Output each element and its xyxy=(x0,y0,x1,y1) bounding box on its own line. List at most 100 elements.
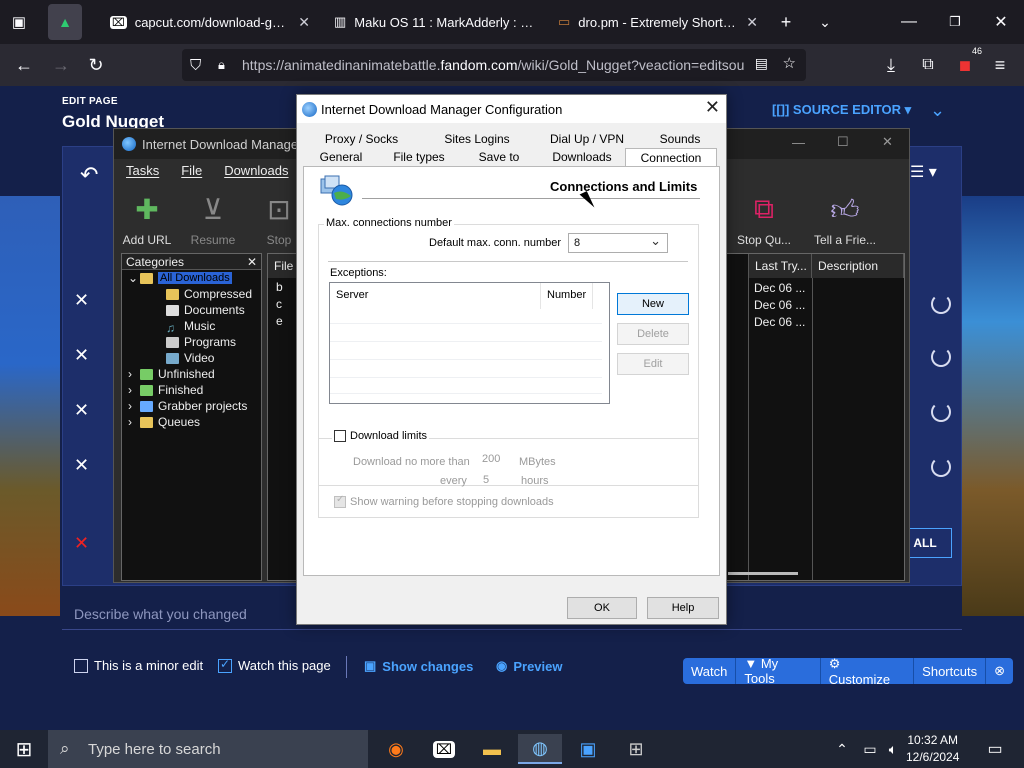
category-music[interactable]: ♫ Music xyxy=(122,318,261,335)
menu-downloads[interactable]: Downloads xyxy=(224,163,288,178)
menu-hamburger-icon[interactable]: ≡ xyxy=(985,50,1015,80)
category-grabber-projects[interactable]: › Grabber projects xyxy=(122,398,261,414)
my-tools-button[interactable]: ▼ My Tools xyxy=(736,656,821,686)
reload-icon[interactable]: ↻ xyxy=(81,50,111,80)
list-tabs-chevron-icon[interactable]: ⌄ xyxy=(810,7,840,37)
show-warning-checkbox[interactable]: Show warning before stopping downloads xyxy=(334,494,554,508)
close-icon[interactable]: ✕ xyxy=(705,97,720,118)
category-documents[interactable]: Documents xyxy=(122,302,261,318)
firefox-icon[interactable]: ◉ xyxy=(374,734,418,764)
shortcuts-button[interactable]: Shortcuts xyxy=(914,658,987,684)
category-unfinished[interactable]: › Unfinished xyxy=(122,366,261,382)
reload-icon[interactable] xyxy=(931,402,951,422)
firefox-view-icon[interactable]: ▣ xyxy=(4,7,34,37)
chevron-right-icon[interactable]: › xyxy=(128,399,140,413)
windows-start-icon[interactable]: ⊞ xyxy=(2,734,46,764)
tab-connection[interactable]: Connection xyxy=(625,148,717,166)
chevron-right-icon[interactable]: › xyxy=(128,367,140,381)
every-value-input[interactable]: 5 xyxy=(483,474,489,486)
close-icon[interactable]: ✕ xyxy=(746,14,758,31)
close-window-button[interactable]: ✕ xyxy=(882,134,893,150)
menu-tasks[interactable]: Tasks xyxy=(126,163,159,178)
checkbox-icon[interactable] xyxy=(334,430,346,442)
tab-maku-os[interactable]: ▥ Maku OS 11 : MarkAdderly : Fre xyxy=(324,4,544,40)
close-icon[interactable]: ✕ xyxy=(247,255,257,269)
downloads-icon[interactable]: ⤓ xyxy=(876,50,906,80)
minimize-button[interactable]: — xyxy=(792,135,805,150)
category-finished[interactable]: › Finished xyxy=(122,382,261,398)
edit-button[interactable]: Edit xyxy=(617,353,689,375)
app-window-icon[interactable]: ▣ xyxy=(566,734,610,764)
delete-button[interactable]: Delete xyxy=(617,323,689,345)
tab-sounds[interactable]: Sounds xyxy=(640,130,720,148)
horizontal-scrollbar[interactable] xyxy=(728,572,798,575)
file-row[interactable]: c xyxy=(276,297,282,311)
url-bar[interactable]: ⛉ 🔒︎ https://animatedinanimatebattle. fa… xyxy=(182,49,806,81)
tab-pinned-app[interactable]: ▲ xyxy=(48,4,82,40)
close-icon[interactable]: ✕ xyxy=(298,14,310,31)
undo-arrow-icon[interactable]: ↶ xyxy=(80,162,98,188)
chevron-down-icon[interactable]: ⌄ xyxy=(128,271,140,285)
help-button[interactable]: Help xyxy=(647,597,719,619)
tab-proxy-socks[interactable]: Proxy / Socks xyxy=(303,130,420,148)
category-video[interactable]: Video xyxy=(122,350,261,366)
tab-downloads[interactable]: Downloads xyxy=(539,148,625,166)
file-row[interactable]: e xyxy=(276,314,283,328)
tab-capcut[interactable]: ⌧ capcut.com/download-guidan ✕ xyxy=(100,4,320,40)
menu-icon[interactable]: ☰ ▾ xyxy=(910,162,937,182)
customize-button[interactable]: ⚙ Customize xyxy=(821,656,915,687)
taskbar-search-input[interactable]: ⌕ Type here to search xyxy=(48,730,368,768)
file-row[interactable]: b xyxy=(276,280,283,294)
tab-dro-pm[interactable]: ▭ dro.pm - Extremely Short Links ✕ xyxy=(548,4,768,40)
resume-button[interactable]: ⊻ Resume xyxy=(180,181,246,251)
ok-button[interactable]: OK xyxy=(567,597,637,619)
tab-save-to[interactable]: Save to xyxy=(459,148,539,166)
file-explorer-icon[interactable]: ▬ xyxy=(470,734,514,764)
chevron-right-icon[interactable]: › xyxy=(128,383,140,397)
shield-icon[interactable]: ⛉ xyxy=(190,57,201,74)
close-icon[interactable]: ✕ xyxy=(74,400,89,421)
extensions-icon[interactable]: ⧉ xyxy=(913,50,943,80)
close-icon[interactable]: ✕ xyxy=(74,345,89,366)
capcut-icon[interactable]: ⌧ xyxy=(422,734,466,764)
watch-button[interactable]: Watch xyxy=(683,658,737,684)
checkbox-checked-icon[interactable] xyxy=(218,657,232,673)
idm-taskbar-icon[interactable]: ◍ xyxy=(518,734,562,764)
close-icon[interactable]: ✕ xyxy=(74,533,89,554)
addon-icon[interactable]: ◼ 46 xyxy=(950,46,984,80)
watch-page-checkbox[interactable]: Watch this page xyxy=(218,657,331,673)
close-icon[interactable]: ⊗ xyxy=(986,658,1013,684)
close-icon[interactable]: ✕ xyxy=(74,455,89,476)
category-queues[interactable]: › Queues xyxy=(122,414,261,430)
notifications-icon[interactable]: ▭ xyxy=(980,734,1010,764)
source-editor-button[interactable]: [[]] SOURCE EDITOR ▾ xyxy=(772,102,911,118)
stop-queue-button[interactable]: ⧉ Stop Qu... xyxy=(721,181,807,251)
reader-view-icon[interactable]: ▤ xyxy=(755,55,768,72)
minor-edit-checkbox[interactable]: This is a minor edit xyxy=(74,658,203,673)
network-tool-icon[interactable]: ⊞ xyxy=(614,734,658,764)
close-icon[interactable]: ✕ xyxy=(74,290,89,311)
new-button[interactable]: New xyxy=(617,293,689,315)
volume-muted-icon[interactable]: 🔈︎ xyxy=(882,734,904,764)
show-changes-button[interactable]: ▣ Show changes xyxy=(364,658,473,674)
maximize-button[interactable]: ☐ xyxy=(837,134,849,150)
back-arrow-icon[interactable]: ← xyxy=(9,50,39,80)
tab-dial-up-vpn[interactable]: Dial Up / VPN xyxy=(534,130,640,148)
taskbar-clock[interactable]: 10:32 AM 12/6/2024 xyxy=(906,732,959,766)
new-tab-button[interactable]: + xyxy=(771,7,801,37)
checkbox-checked-icon[interactable] xyxy=(334,494,346,508)
download-limits-checkbox[interactable]: Download limits xyxy=(332,430,430,442)
preview-button[interactable]: ◉ Preview xyxy=(496,658,563,674)
column-description[interactable]: Description xyxy=(812,254,904,278)
limit-value-input[interactable]: 200 xyxy=(482,453,500,465)
category-programs[interactable]: Programs xyxy=(122,334,261,350)
reload-icon[interactable] xyxy=(931,294,951,314)
restore-button[interactable]: ❐ xyxy=(932,0,978,44)
tab-general[interactable]: General xyxy=(303,148,379,166)
menu-file[interactable]: File xyxy=(181,163,202,178)
chevron-up-icon[interactable]: ⌃ xyxy=(832,734,852,764)
column-number[interactable]: Number xyxy=(541,283,593,309)
tell-a-friend-button[interactable]: 👍︎ Tell a Frie... xyxy=(802,181,888,251)
forward-arrow-icon[interactable]: → xyxy=(46,50,76,80)
column-server[interactable]: Server xyxy=(330,283,541,309)
